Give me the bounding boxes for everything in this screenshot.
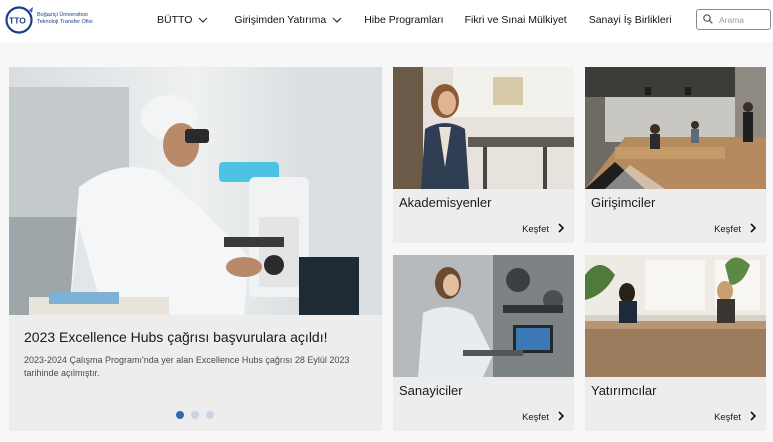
search-input[interactable] [719,14,769,25]
kesfet-label: Keşfet [714,224,741,235]
nav-item-sanayi-is-birlikleri[interactable]: Sanayi İş Birlikleri [589,14,672,26]
hero-title[interactable]: 2023 Excellence Hubs çağrısı başvurulara… [24,329,328,345]
nav-item-label: Hibe Programları [364,14,444,26]
card-image [393,67,574,189]
main-nav: BÜTTO Girişimden Yatırıma Hibe Programla… [150,12,672,28]
hero-slider[interactable]: 2023 Excellence Hubs çağrısı başvurulara… [9,67,382,431]
kesfet-label: Keşfet [714,412,741,423]
logo-line-office: Teknoloji Transfer Ofisi [37,18,93,25]
slider-dots [176,411,221,419]
card-akademisyenler[interactable]: Akademisyenler Keşfet [393,67,574,243]
nav-item-butto[interactable]: BÜTTO [157,14,208,26]
search-box[interactable] [696,9,771,30]
kesfet-link[interactable]: Keşfet [714,223,757,236]
chevron-right-icon [558,223,565,236]
tto-logo-icon: TTO [5,6,33,34]
kesfet-link[interactable]: Keşfet [522,223,565,236]
card-sanayiciler[interactable]: Sanayiciler Keşfet [393,255,574,431]
kesfet-link[interactable]: Keşfet [522,411,565,424]
search-icon[interactable] [703,11,713,29]
chevron-down-icon [332,14,342,26]
card-title: Sanayiciler [399,383,463,398]
slider-dot-1[interactable] [176,411,184,419]
chevron-right-icon [750,223,757,236]
kesfet-label: Keşfet [522,224,549,235]
svg-text:TTO: TTO [9,16,26,26]
kesfet-link[interactable]: Keşfet [714,411,757,424]
chevron-down-icon [198,14,208,26]
chevron-right-icon [750,411,757,424]
site-header: TTO Boğaziçi Üniversitesi Teknoloji Tran… [0,0,773,42]
nav-item-hibe-programlari[interactable]: Hibe Programları [364,14,443,26]
card-image [585,67,766,189]
card-title: Girişimciler [591,195,656,210]
hero-image [9,67,382,315]
nav-item-label: Sanayi İş Birlikleri [588,14,672,26]
slider-dot-2[interactable] [191,411,199,419]
chevron-right-icon [558,411,565,424]
card-image [393,255,574,377]
hero-description: 2023-2024 Çalışma Programı'nda yer alan … [24,355,350,378]
card-yatirimcilar[interactable]: Yatırımcılar Keşfet [585,255,766,431]
nav-item-label: Girişimden Yatırıma [234,14,327,26]
nav-item-label: BÜTTO [157,14,193,26]
kesfet-label: Keşfet [522,412,549,423]
slider-dot-3[interactable] [206,411,214,419]
nav-item-fikri-mulkiyet[interactable]: Fikri ve Sınai Mülkiyet [465,14,567,26]
site-logo[interactable]: TTO Boğaziçi Üniversitesi Teknoloji Tran… [4,4,99,36]
nav-item-girisimden-yatirima[interactable]: Girişimden Yatırıma [234,14,342,26]
card-title: Yatırımcılar [591,383,657,398]
card-girisimciler[interactable]: Girişimciler Keşfet [585,67,766,243]
nav-item-label: Fikri ve Sınai Mülkiyet [464,14,567,26]
card-image [585,255,766,377]
card-title: Akademisyenler [399,195,492,210]
